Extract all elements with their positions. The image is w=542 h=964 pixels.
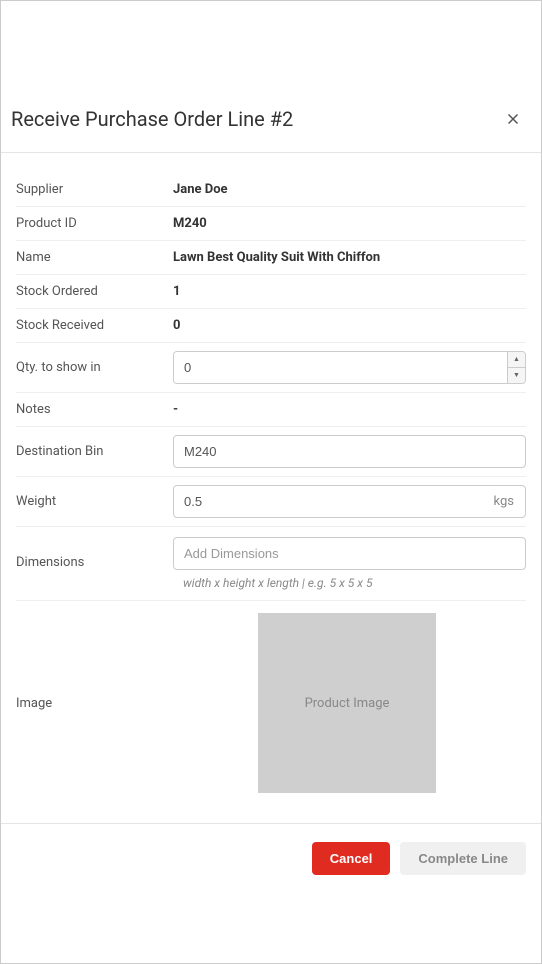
destination-bin-input-wrap xyxy=(173,435,526,468)
modal-footer: Cancel Complete Line xyxy=(1,823,541,893)
name-row: Name Lawn Best Quality Suit With Chiffon xyxy=(16,241,526,275)
dimensions-hint: width x height x length | e.g. 5 x 5 x 5 xyxy=(183,576,526,590)
qty-input[interactable] xyxy=(174,352,507,383)
weight-label: Weight xyxy=(16,494,173,509)
weight-row: Weight kgs xyxy=(16,477,526,527)
destination-bin-row: Destination Bin xyxy=(16,427,526,477)
supplier-label: Supplier xyxy=(16,182,173,197)
qty-show-row: Qty. to show in ▲ ▼ xyxy=(16,343,526,393)
modal-body: Supplier Jane Doe Product ID M240 Name L… xyxy=(1,153,541,805)
close-icon xyxy=(504,110,522,128)
supplier-value: Jane Doe xyxy=(173,182,228,197)
modal-container: Receive Purchase Order Line #2 Supplier … xyxy=(1,1,541,893)
name-value: Lawn Best Quality Suit With Chiffon xyxy=(173,250,380,265)
stock-ordered-row: Stock Ordered 1 xyxy=(16,275,526,309)
qty-increment-button[interactable]: ▲ xyxy=(508,352,525,368)
modal-header: Receive Purchase Order Line #2 xyxy=(1,106,541,153)
notes-row: Notes - xyxy=(16,393,526,427)
qty-show-label: Qty. to show in xyxy=(16,360,173,375)
product-id-row: Product ID M240 xyxy=(16,207,526,241)
stock-received-label: Stock Received xyxy=(16,318,173,333)
destination-bin-label: Destination Bin xyxy=(16,444,173,459)
image-row: Image Product Image xyxy=(16,601,526,805)
stock-ordered-value: 1 xyxy=(173,284,180,299)
complete-line-button[interactable]: Complete Line xyxy=(400,842,526,875)
dimensions-content: width x height x length | e.g. 5 x 5 x 5 xyxy=(173,537,526,590)
product-image-placeholder: Product Image xyxy=(258,613,436,793)
name-label: Name xyxy=(16,250,173,265)
stock-received-row: Stock Received 0 xyxy=(16,309,526,343)
stock-received-value: 0 xyxy=(173,318,180,333)
qty-decrement-button[interactable]: ▼ xyxy=(508,368,525,383)
weight-input[interactable] xyxy=(173,485,526,518)
product-id-label: Product ID xyxy=(16,216,173,231)
dimensions-row: Dimensions width x height x length | e.g… xyxy=(16,527,526,601)
stock-ordered-label: Stock Ordered xyxy=(16,284,173,299)
notes-label: Notes xyxy=(16,402,173,417)
cancel-button[interactable]: Cancel xyxy=(312,842,391,875)
product-id-value: M240 xyxy=(173,216,207,231)
dimensions-input[interactable] xyxy=(173,537,526,570)
modal-title: Receive Purchase Order Line #2 xyxy=(11,107,293,131)
close-button[interactable] xyxy=(500,106,526,132)
qty-input-wrap: ▲ ▼ xyxy=(173,351,526,384)
destination-bin-input[interactable] xyxy=(173,435,526,468)
dimensions-label: Dimensions xyxy=(16,537,173,570)
spinner-buttons: ▲ ▼ xyxy=(507,352,525,383)
image-label: Image xyxy=(16,696,173,711)
weight-input-wrap: kgs xyxy=(173,485,526,518)
notes-value: - xyxy=(173,402,178,417)
supplier-row: Supplier Jane Doe xyxy=(16,173,526,207)
